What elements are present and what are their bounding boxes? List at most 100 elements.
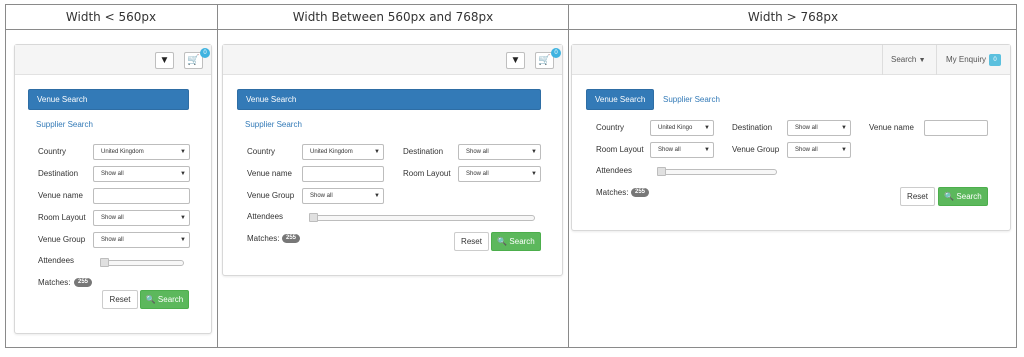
desktop-topbar: Search ▼ My Enquiry 0 bbox=[572, 45, 1010, 75]
search-button[interactable]: 🔍 Search bbox=[140, 290, 189, 309]
nav-divider bbox=[882, 45, 883, 75]
search-button[interactable]: 🔍 Search bbox=[491, 232, 541, 251]
room-layout-label: Room Layout bbox=[596, 145, 644, 154]
tab-supplier-search[interactable]: Supplier Search bbox=[245, 120, 302, 129]
cart-count-badge: 0 bbox=[551, 48, 561, 58]
venue-name-input[interactable] bbox=[924, 120, 988, 136]
destination-value: Show all bbox=[466, 149, 489, 155]
venue-name-label: Venue name bbox=[869, 123, 914, 132]
search-button-label: Search bbox=[157, 295, 184, 304]
tab-venue-search[interactable]: Venue Search bbox=[28, 89, 189, 110]
country-value: United Kingdom bbox=[101, 149, 144, 155]
dropdown-arrow-icon: ▼ bbox=[841, 125, 847, 131]
nav-my-enquiry[interactable]: My Enquiry bbox=[946, 55, 986, 64]
tab-supplier-search[interactable]: Supplier Search bbox=[663, 95, 720, 104]
venue-group-value: Show all bbox=[101, 237, 124, 243]
destination-label: Destination bbox=[38, 169, 79, 178]
dropdown-arrow-icon: ▼ bbox=[704, 125, 710, 131]
destination-select[interactable]: Show all ▼ bbox=[458, 144, 541, 160]
destination-value: Show all bbox=[101, 171, 124, 177]
venue-name-label: Venue name bbox=[38, 191, 83, 200]
attendees-label: Attendees bbox=[596, 166, 633, 175]
chevron-down-icon: ▼ bbox=[918, 57, 926, 64]
country-label: Country bbox=[38, 147, 67, 156]
room-layout-select[interactable]: Show all ▼ bbox=[93, 210, 190, 226]
attendees-slider-handle[interactable] bbox=[309, 213, 318, 222]
matches-label: Matches: bbox=[596, 188, 629, 197]
country-value: United Kingdom bbox=[310, 149, 353, 155]
attendees-slider[interactable] bbox=[100, 260, 184, 266]
dropdown-arrow-icon: ▼ bbox=[531, 171, 537, 177]
chevron-down-icon[interactable]: ▼ bbox=[506, 52, 525, 69]
venue-group-label: Venue Group bbox=[247, 191, 295, 200]
tab-supplier-search[interactable]: Supplier Search bbox=[36, 120, 93, 129]
reset-button[interactable]: Reset bbox=[102, 290, 138, 309]
tablet-panel: ▼ 🛒 0 Venue Search Supplier Search Count… bbox=[222, 44, 563, 276]
room-layout-select[interactable]: Show all ▼ bbox=[458, 166, 541, 182]
nav-search-label: Search bbox=[891, 55, 917, 64]
venue-name-input[interactable] bbox=[302, 166, 384, 182]
attendees-slider[interactable] bbox=[309, 215, 535, 221]
column-header-small: Width < 560px bbox=[65, 10, 157, 24]
matches-count-badge: 255 bbox=[282, 234, 301, 243]
attendees-slider-handle[interactable] bbox=[657, 167, 666, 176]
room-layout-value: Show all bbox=[466, 171, 489, 177]
dropdown-arrow-icon: ▼ bbox=[841, 147, 847, 153]
country-select[interactable]: United Kingdom ▼ bbox=[302, 144, 384, 160]
tab-venue-search[interactable]: Venue Search bbox=[237, 89, 541, 110]
search-button-label: Search bbox=[956, 192, 982, 201]
venue-group-select[interactable]: Show all ▼ bbox=[93, 232, 190, 248]
destination-select[interactable]: Show all ▼ bbox=[787, 120, 851, 136]
country-select[interactable]: United Kingo ▼ bbox=[650, 120, 714, 136]
room-layout-select[interactable]: Show all ▼ bbox=[650, 142, 714, 158]
dropdown-arrow-icon: ▼ bbox=[704, 147, 710, 153]
search-icon: 🔍 bbox=[944, 192, 957, 201]
dropdown-arrow-icon: ▼ bbox=[180, 149, 186, 155]
search-icon: 🔍 bbox=[145, 295, 158, 304]
matches-count-badge: 255 bbox=[74, 278, 93, 287]
venue-group-select[interactable]: Show all ▼ bbox=[302, 188, 384, 204]
country-label: Country bbox=[596, 123, 625, 132]
venue-name-input[interactable] bbox=[93, 188, 190, 204]
country-select[interactable]: United Kingdom ▼ bbox=[93, 144, 190, 160]
desktop-panel: Search ▼ My Enquiry 0 Venue Search Suppl… bbox=[571, 44, 1011, 231]
dropdown-arrow-icon: ▼ bbox=[180, 215, 186, 221]
country-label: Country bbox=[247, 147, 276, 156]
room-layout-value: Show all bbox=[658, 147, 681, 153]
venue-group-value: Show all bbox=[795, 147, 818, 153]
room-layout-value: Show all bbox=[101, 215, 124, 221]
destination-select[interactable]: Show all ▼ bbox=[93, 166, 190, 182]
search-icon: 🔍 bbox=[497, 237, 510, 246]
column-divider bbox=[568, 4, 569, 348]
matches-label: Matches: bbox=[247, 234, 280, 243]
column-header-medium: Width Between 560px and 768px bbox=[292, 10, 494, 24]
tablet-topbar: ▼ 🛒 0 bbox=[223, 45, 562, 75]
search-button[interactable]: 🔍 Search bbox=[938, 187, 988, 206]
column-divider bbox=[217, 4, 218, 348]
reset-button[interactable]: Reset bbox=[454, 232, 489, 251]
dropdown-arrow-icon: ▼ bbox=[180, 237, 186, 243]
room-layout-label: Room Layout bbox=[38, 213, 86, 222]
venue-group-select[interactable]: Show all ▼ bbox=[787, 142, 851, 158]
enquiry-count-badge: 0 bbox=[989, 54, 1001, 66]
attendees-label: Attendees bbox=[247, 212, 284, 221]
nav-divider bbox=[936, 45, 937, 75]
destination-value: Show all bbox=[795, 125, 818, 131]
search-button-label: Search bbox=[509, 237, 535, 246]
country-value: United Kingo bbox=[658, 125, 693, 131]
venue-name-label: Venue name bbox=[247, 169, 292, 178]
reset-button[interactable]: Reset bbox=[900, 187, 935, 206]
venue-group-label: Venue Group bbox=[38, 235, 86, 244]
column-header-large: Width > 768px bbox=[747, 10, 839, 24]
dropdown-arrow-icon: ▼ bbox=[374, 149, 380, 155]
matches-label: Matches: bbox=[38, 278, 71, 287]
attendees-slider[interactable] bbox=[657, 169, 777, 175]
attendees-label: Attendees bbox=[38, 256, 75, 265]
mobile-topbar: ▼ 🛒 0 bbox=[15, 45, 211, 75]
nav-search[interactable]: Search ▼ bbox=[891, 55, 926, 64]
dropdown-arrow-icon: ▼ bbox=[180, 171, 186, 177]
attendees-slider-handle[interactable] bbox=[100, 258, 109, 267]
mobile-panel: ▼ 🛒 0 Venue Search Supplier Search Count… bbox=[14, 44, 212, 334]
tab-venue-search[interactable]: Venue Search bbox=[586, 89, 654, 110]
chevron-down-icon[interactable]: ▼ bbox=[155, 52, 174, 69]
